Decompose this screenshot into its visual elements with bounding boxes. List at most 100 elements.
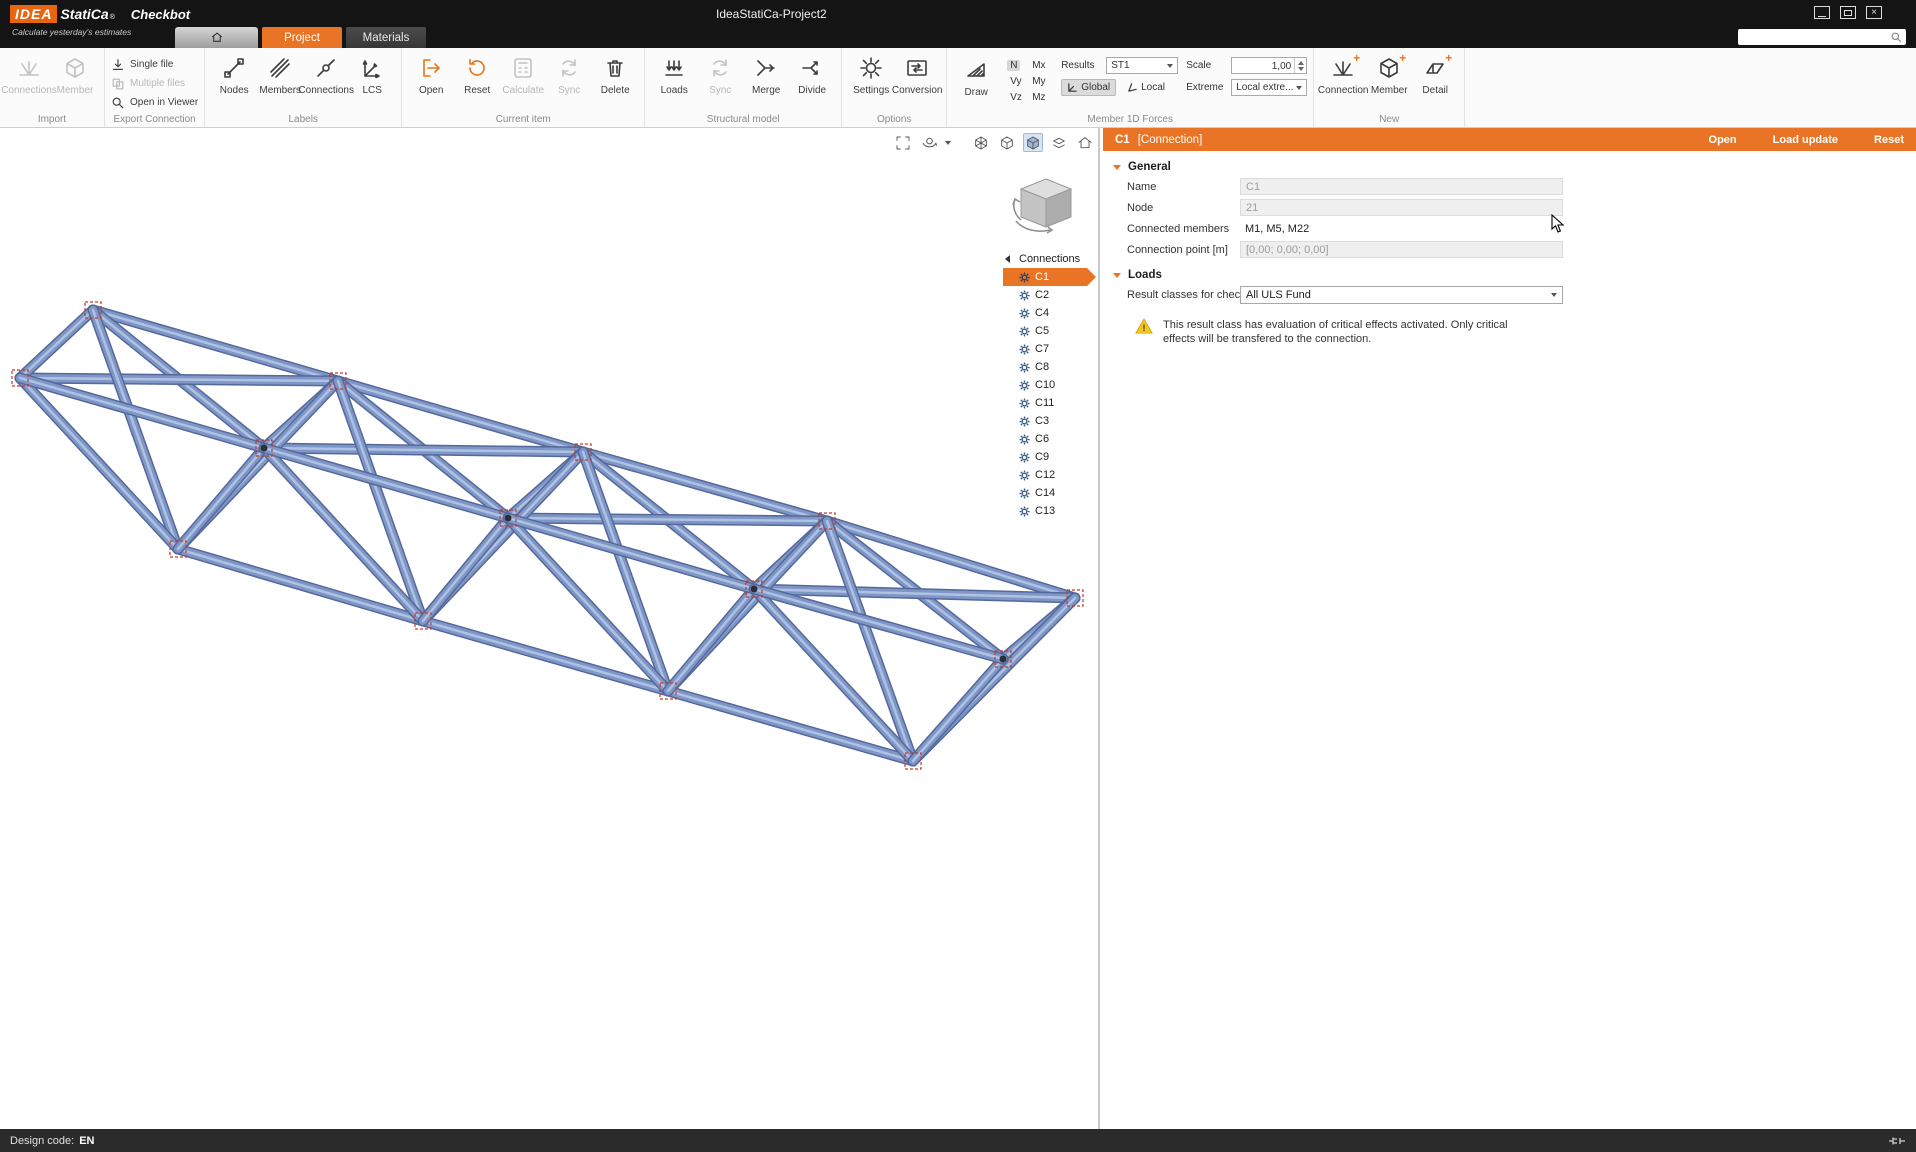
new-connection-button[interactable]: + Connection <box>1320 51 1366 96</box>
load-update-button[interactable]: Load update <box>1773 134 1838 146</box>
loads-button[interactable]: Loads <box>651 51 697 96</box>
new-member-button[interactable]: + Member <box>1366 51 1412 96</box>
result-classes-dropdown[interactable]: All ULS Fund <box>1240 286 1563 304</box>
chevron-down-icon <box>1551 293 1557 297</box>
component-vy[interactable]: Vy <box>1007 76 1029 87</box>
tab-materials[interactable]: Materials <box>346 27 426 48</box>
divide-button[interactable]: Divide <box>789 51 835 96</box>
tree-item-c1[interactable]: C1 <box>1003 268 1096 286</box>
tree-item-c7[interactable]: C7 <box>1003 340 1096 358</box>
orbit-icon[interactable] <box>919 133 939 152</box>
merge-button[interactable]: Merge <box>743 51 789 96</box>
reset-icon <box>465 54 489 82</box>
tab-home[interactable] <box>175 27 258 48</box>
home-view-icon[interactable] <box>1075 133 1095 152</box>
sync-item-button[interactable]: Sync <box>546 51 592 96</box>
new-detail-button[interactable]: + Detail <box>1412 51 1458 96</box>
component-mx[interactable]: Mx <box>1029 60 1053 71</box>
close-button[interactable]: × <box>1866 6 1882 19</box>
labels-connections-button[interactable]: Connections <box>303 51 349 96</box>
labels-nodes-button[interactable]: Nodes <box>211 51 257 96</box>
status-bar: Design code: EN <box>0 1129 1916 1152</box>
extreme-dropdown[interactable]: Local extre... <box>1231 79 1307 96</box>
local-axes-icon <box>1127 82 1138 93</box>
scale-input[interactable]: 1,00 <box>1231 57 1307 74</box>
reset-button[interactable]: Reset <box>1874 134 1904 146</box>
connections-icon <box>17 54 41 82</box>
import-connections-button[interactable]: Connections <box>6 51 52 96</box>
wireframe-view-icon[interactable] <box>971 133 991 152</box>
ribbon-group-import: Connections Member Import <box>0 48 105 127</box>
tree-item-label: C13 <box>1035 505 1055 517</box>
minimize-button[interactable] <box>1814 6 1830 19</box>
conversion-button[interactable]: Conversion <box>894 51 940 96</box>
delete-button[interactable]: Delete <box>592 51 638 96</box>
button-label: Delete <box>601 85 630 96</box>
truss-svg[interactable] <box>0 128 1100 1129</box>
selected-node-dot <box>751 586 758 593</box>
connection-point-field[interactable]: [0,00; 0,00; 0,00] <box>1240 241 1563 258</box>
search-input[interactable] <box>1742 31 1891 43</box>
tree-item-label: C2 <box>1035 289 1049 301</box>
settings-button[interactable]: Settings <box>848 51 894 96</box>
global-button[interactable]: Global <box>1061 79 1116 96</box>
panel-header: C1 [Connection] Open Load update Reset <box>1103 128 1916 151</box>
shaded-view-icon[interactable] <box>1023 133 1043 152</box>
component-vz[interactable]: Vz <box>1007 92 1029 103</box>
local-button[interactable]: Local <box>1121 79 1171 96</box>
tree-item-c12[interactable]: C12 <box>1003 466 1096 484</box>
open-button[interactable]: Open <box>1709 134 1737 146</box>
gear-icon <box>1019 326 1030 337</box>
open-in-viewer-button[interactable]: Open in Viewer <box>111 94 198 111</box>
spin-up-icon[interactable] <box>1298 61 1304 65</box>
node-field[interactable]: 21 <box>1240 199 1563 216</box>
name-field[interactable]: C1 <box>1240 178 1563 195</box>
fit-view-icon[interactable] <box>893 133 913 152</box>
component-n[interactable]: N <box>1007 60 1020 71</box>
component-my[interactable]: My <box>1029 76 1053 87</box>
hidden-line-view-icon[interactable] <box>997 133 1017 152</box>
draw-forces-button[interactable]: Draw <box>953 53 999 105</box>
open-item-button[interactable]: Open <box>408 51 454 96</box>
model-viewport[interactable]: Connections C1 C2 C4C5C7C8C10C11C3C6C9 C12 C… <box>0 128 1100 1129</box>
tree-item-c9[interactable]: C9 <box>1003 448 1096 466</box>
section-view-icon[interactable] <box>1049 133 1069 152</box>
section-title: Loads <box>1128 269 1162 281</box>
spin-down-icon[interactable] <box>1298 67 1304 71</box>
tree-item-c11[interactable]: C11 <box>1003 394 1096 412</box>
tree-item-c8[interactable]: C8 <box>1003 358 1096 376</box>
single-file-button[interactable]: Single file <box>111 56 198 73</box>
tree-item-c4[interactable]: C4 <box>1003 304 1096 322</box>
loads-section-header[interactable]: Loads <box>1113 269 1916 281</box>
import-member-button[interactable]: Member <box>52 51 98 96</box>
reset-item-button[interactable]: Reset <box>454 51 500 96</box>
navigation-cube[interactable] <box>1010 173 1082 242</box>
tree-item-c2[interactable]: C2 <box>1003 286 1096 304</box>
general-section-header[interactable]: General <box>1113 161 1916 173</box>
results-dropdown[interactable]: ST1 <box>1106 57 1178 74</box>
spinner-arrows[interactable] <box>1294 58 1306 73</box>
tree-item-c13[interactable]: C13 <box>1003 502 1096 520</box>
gear-icon <box>1019 452 1030 463</box>
labels-lcs-button[interactable]: LCS <box>349 51 395 96</box>
maximize-icon <box>1844 10 1852 16</box>
tree-item-c6[interactable]: C6 <box>1003 430 1096 448</box>
sync-model-button[interactable]: Sync <box>697 51 743 96</box>
chevron-down-icon[interactable] <box>945 141 951 145</box>
tree-item-c3[interactable]: C3 <box>1003 412 1096 430</box>
multiple-files-button[interactable]: Multiple files <box>111 75 198 92</box>
calculate-button[interactable]: Calculate <box>500 51 546 96</box>
button-label: Member <box>57 85 94 96</box>
component-mz[interactable]: Mz <box>1029 92 1053 103</box>
maximize-button[interactable] <box>1840 6 1856 19</box>
labels-members-button[interactable]: Members <box>257 51 303 96</box>
conversion-icon <box>905 54 929 82</box>
tree-item-c10[interactable]: C10 <box>1003 376 1096 394</box>
tree-item-c5[interactable]: C5 <box>1003 322 1096 340</box>
tab-project[interactable]: Project <box>262 27 342 48</box>
connections-tree-header[interactable]: Connections <box>1003 250 1096 268</box>
tree-item-c14[interactable]: C14 <box>1003 484 1096 502</box>
node-row: Node 21 <box>1127 198 1916 217</box>
tree-item-label: C12 <box>1035 469 1055 481</box>
gear-icon <box>1019 398 1030 409</box>
